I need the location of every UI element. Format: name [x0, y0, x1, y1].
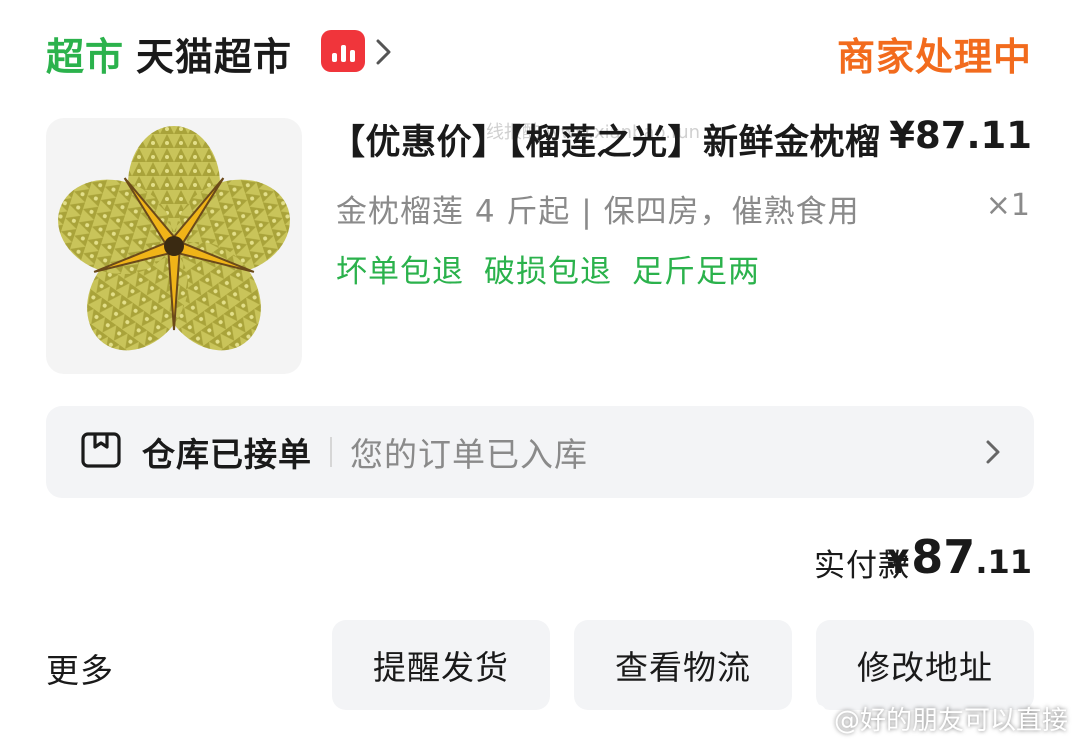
service-tags: 坏单包退 破损包退 足斤足两 — [336, 246, 760, 291]
product-spec: 金枕榴莲 4 斤起 | 保四房，催熟食用 — [336, 194, 860, 230]
warehouse-title: 仓库已接单 — [142, 435, 312, 474]
weibo-watermark: @好的朋友可以直接 — [798, 700, 1068, 737]
chevron-right-icon — [984, 438, 1002, 470]
chevron-right-icon[interactable] — [374, 37, 394, 71]
currency-symbol: ¥ — [887, 543, 910, 581]
live-bars-icon[interactable] — [321, 30, 365, 72]
box-icon — [80, 431, 122, 473]
amount-decimal: .11 — [975, 543, 1032, 581]
weibo-watermark-text: @好的朋友可以直接 — [833, 706, 1068, 736]
weibo-icon — [798, 703, 828, 734]
product-quantity: ×1 — [985, 188, 1030, 223]
product-price: ¥87.11 — [889, 114, 1032, 157]
amount-integer: 87 — [911, 530, 976, 584]
service-tag: 足斤足两 — [632, 254, 760, 290]
remind-shipping-button[interactable]: 提醒发货 — [332, 620, 550, 710]
paid-amount: ¥ 87 .11 — [887, 530, 1032, 584]
divider — [330, 437, 332, 467]
product-title[interactable]: 【优惠价】【榴莲之光】新鲜金枕榴 — [330, 114, 890, 165]
warehouse-status-bar[interactable]: 仓库已接单 您的订单已入库 — [46, 406, 1034, 498]
durian-image[interactable] — [46, 118, 302, 374]
service-tag: 破损包退 — [484, 254, 612, 290]
warehouse-desc: 您的订单已入库 — [350, 435, 588, 474]
supermarket-tag: 超市 — [46, 35, 125, 79]
store-name[interactable]: 天猫超市 — [136, 26, 292, 81]
edit-address-button[interactable]: 修改地址 — [816, 620, 1034, 710]
service-tag: 坏单包退 — [336, 254, 464, 290]
order-status: 商家处理中 — [836, 35, 1032, 79]
more-button[interactable]: 更多 — [46, 644, 114, 692]
view-logistics-button[interactable]: 查看物流 — [574, 620, 792, 710]
